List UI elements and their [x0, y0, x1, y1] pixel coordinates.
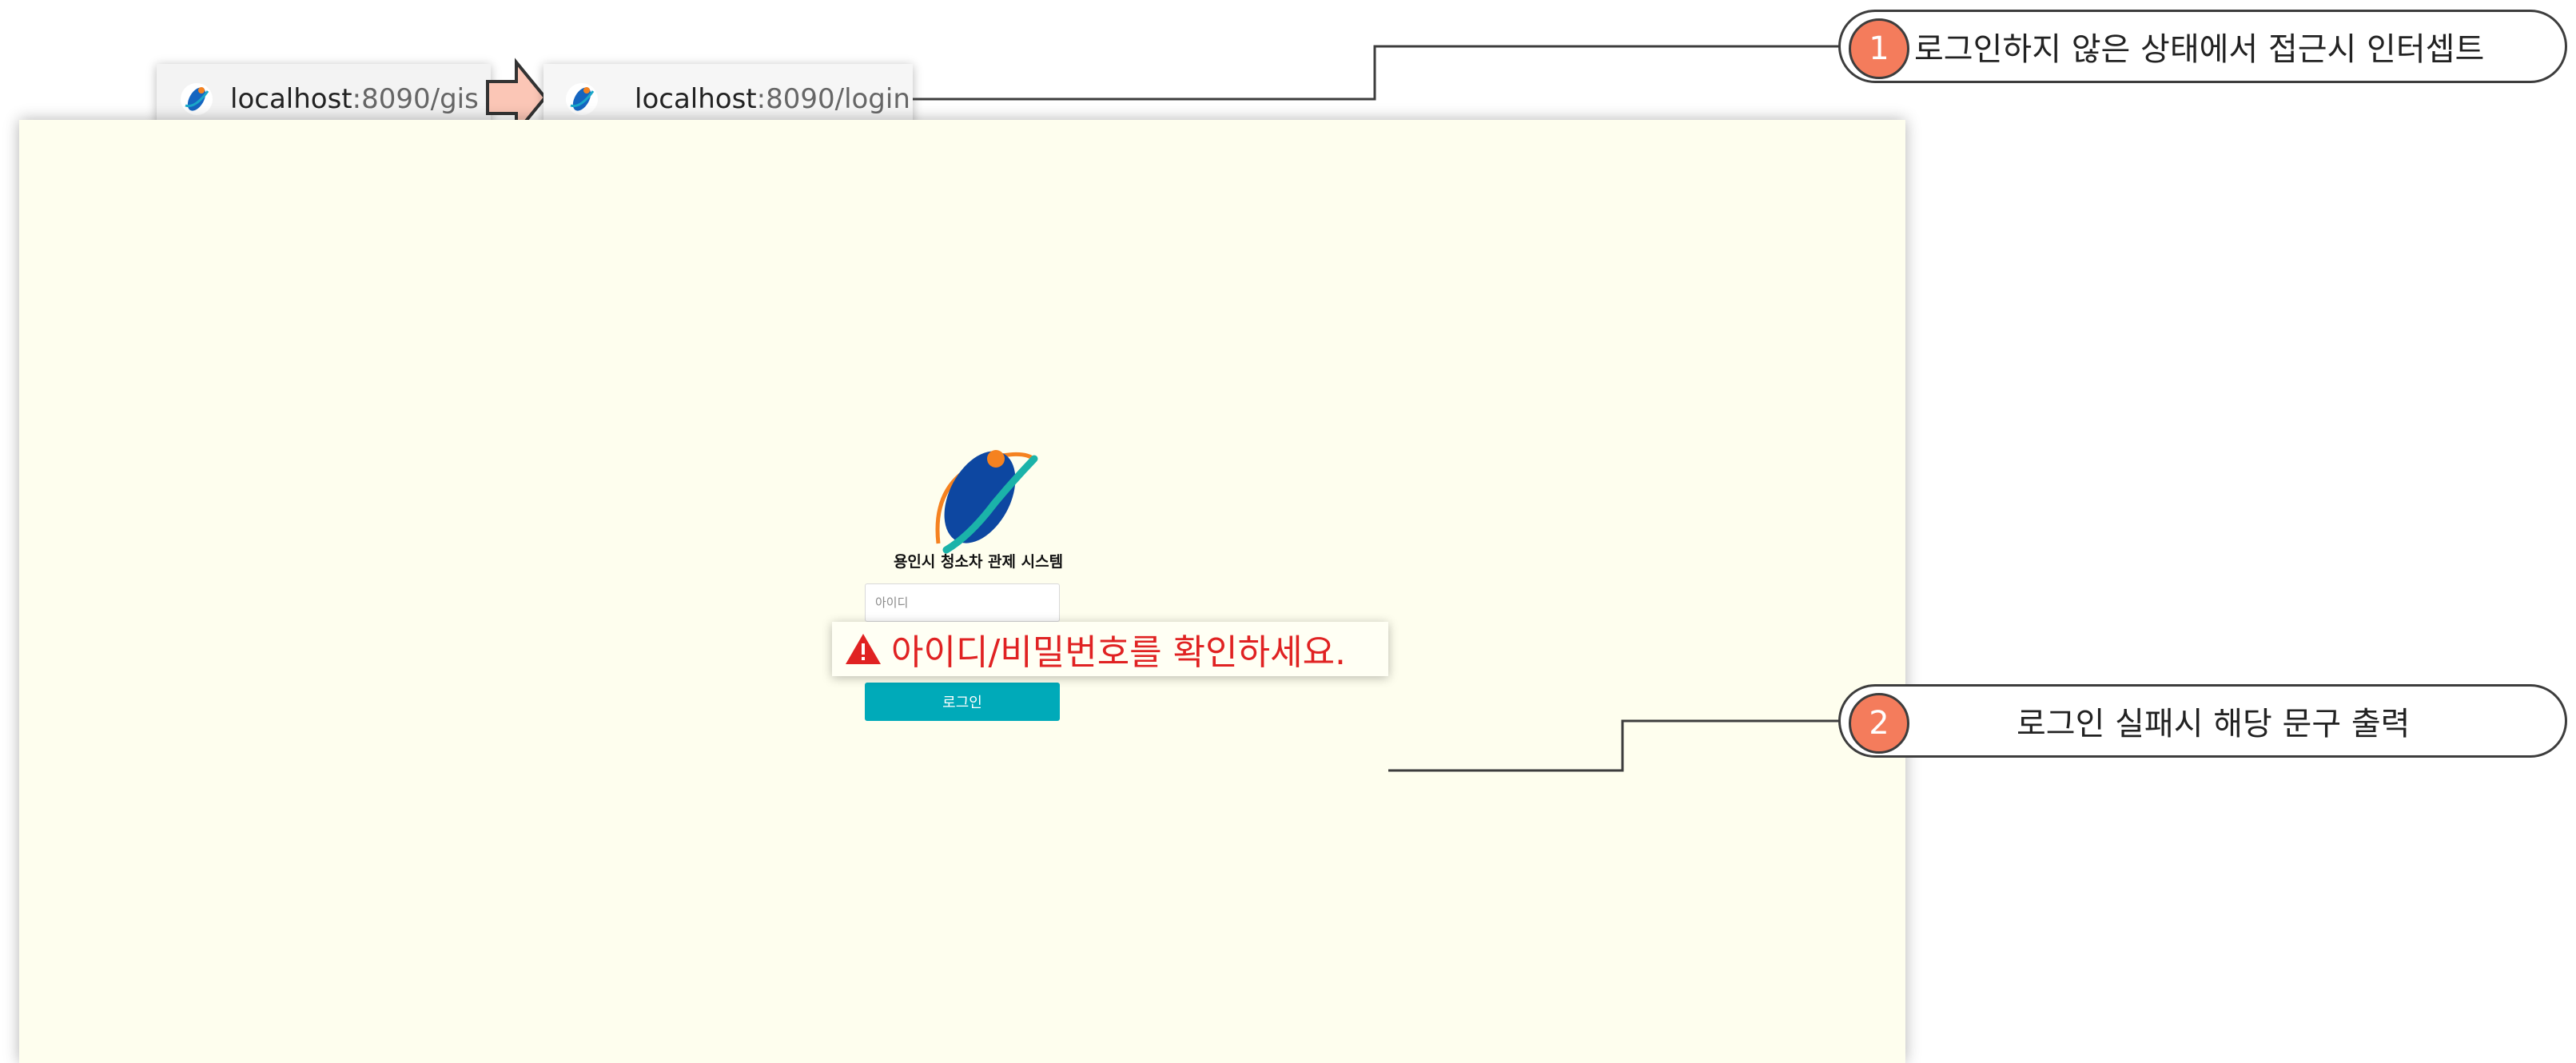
- url-host: localhost: [230, 83, 352, 115]
- favicon-icon: [566, 83, 598, 115]
- callout-1-connector: [913, 45, 1840, 101]
- url-host: localhost: [635, 83, 757, 115]
- callout-number-badge: 1: [1849, 18, 1909, 79]
- login-screen: 용인시 청소차 관제 시스템 로그인: [19, 120, 1905, 1063]
- url-path: :8090/gis: [352, 83, 479, 115]
- url-path: :8090/login: [756, 83, 910, 115]
- callout-text: 로그인 실패시 해당 문구 출력: [2017, 706, 2411, 743]
- error-message: 아이디/비밀번호를 확인하세요.: [891, 632, 1347, 673]
- callout-number-badge: 2: [1849, 693, 1909, 754]
- warning-icon: [846, 634, 881, 664]
- callout-1: 1 로그인하지 않은 상태에서 접근시 인터셉트: [1838, 10, 2567, 83]
- callout-2: 2 로그인 실패시 해당 문구 출력: [1838, 684, 2567, 758]
- username-input[interactable]: [865, 583, 1060, 622]
- login-title: 용인시 청소차 관제 시스템: [893, 553, 1064, 571]
- callout-text: 로그인하지 않은 상태에서 접근시 인터셉트: [1914, 31, 2485, 68]
- yongin-logo: [935, 450, 1038, 554]
- error-message-box: 아이디/비밀번호를 확인하세요.: [832, 622, 1388, 676]
- login-button[interactable]: 로그인: [865, 683, 1060, 721]
- favicon-icon: [181, 83, 213, 115]
